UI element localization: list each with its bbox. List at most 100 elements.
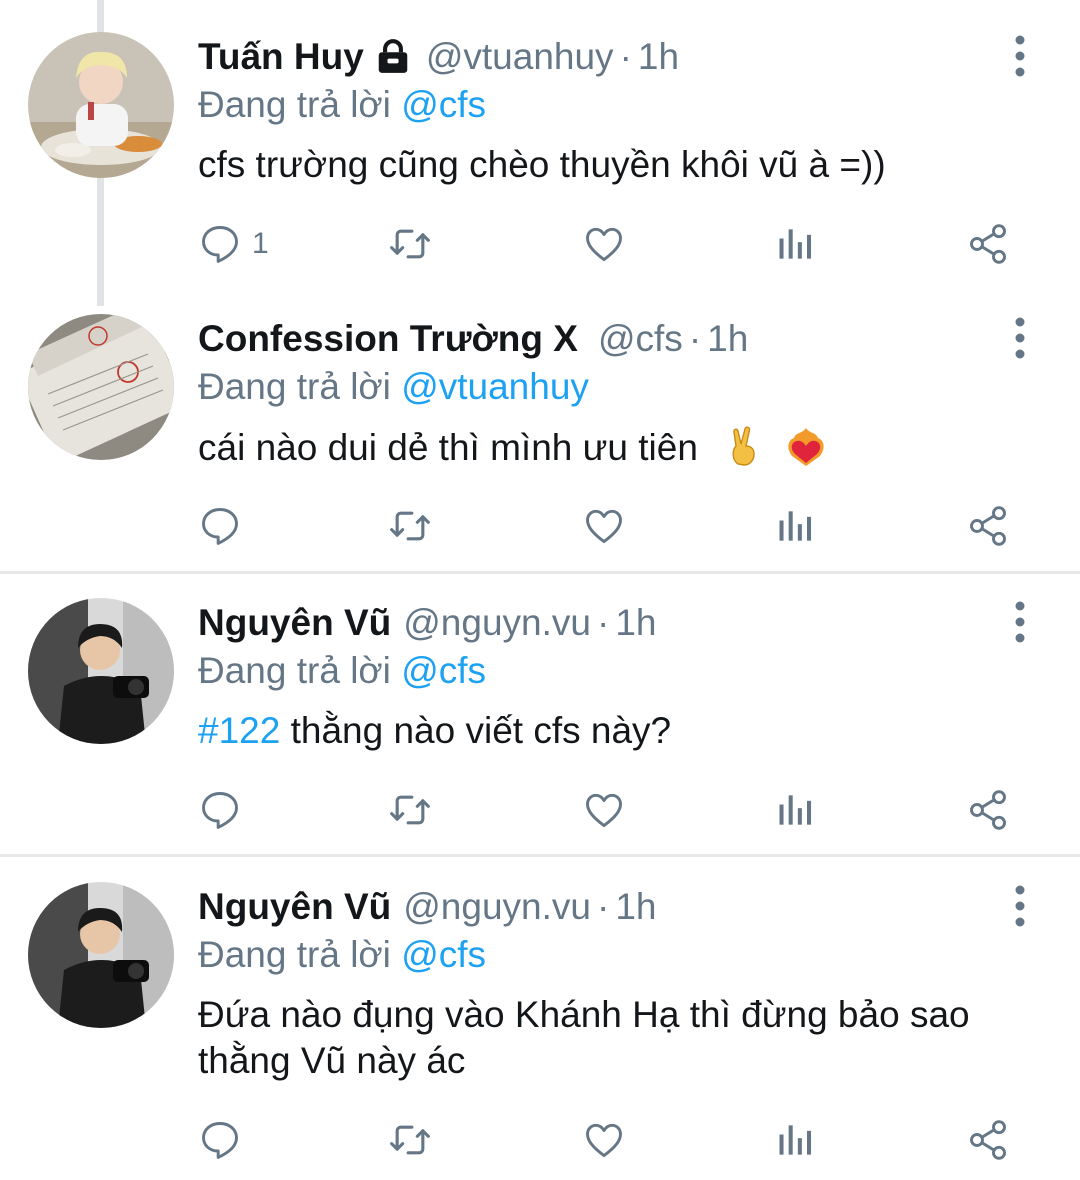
- tweet-header: Nguyên Vũ @nguyn.vu · 1h: [198, 598, 656, 648]
- tweet-text: cfs trường cũng chèo thuyền khôi vũ à =)…: [198, 144, 886, 185]
- reply-button[interactable]: [198, 496, 242, 556]
- analytics-button[interactable]: [774, 496, 818, 556]
- author-handle[interactable]: @vtuanhuy: [426, 32, 614, 82]
- analytics-icon: [779, 795, 812, 825]
- reply-icon: [202, 792, 238, 829]
- analytics-icon: [779, 229, 812, 259]
- tweet-time[interactable]: 1h: [707, 314, 748, 364]
- share-icon: [970, 506, 1006, 546]
- author-handle[interactable]: @cfs: [598, 314, 683, 364]
- lock-icon: [378, 39, 408, 73]
- action-bar: [0, 780, 1080, 840]
- like-button[interactable]: [582, 780, 626, 840]
- separator-dot: ·: [596, 602, 610, 643]
- author-name[interactable]: Nguyên Vũ: [198, 598, 391, 648]
- reply-button[interactable]: [198, 780, 242, 840]
- replying-to-label: Đang trả lời: [198, 366, 402, 407]
- author-name[interactable]: Confession Trường X: [198, 314, 578, 364]
- retweet-icon: [390, 795, 430, 825]
- tweet-divider: [0, 571, 1080, 574]
- tweet-time[interactable]: 1h: [615, 598, 656, 648]
- separator-dot: ·: [619, 36, 632, 77]
- tweet-card[interactable]: Nguyên Vũ @nguyn.vu · 1h Đang trả lời @c…: [0, 882, 1080, 1172]
- avatar[interactable]: [28, 598, 174, 744]
- more-options-icon[interactable]: [1000, 884, 1040, 928]
- action-bar: 1: [0, 214, 1080, 274]
- replying-to: Đang trả lời @vtuanhuy: [198, 362, 589, 412]
- replying-to: Đang trả lời @cfs: [198, 646, 486, 696]
- reply-button[interactable]: [198, 1110, 242, 1170]
- retweet-icon: [390, 1125, 430, 1155]
- retweet-button[interactable]: [388, 214, 432, 274]
- tweet-header: Confession Trường X @cfs · 1h: [198, 314, 748, 364]
- like-icon: [586, 509, 622, 544]
- analytics-button[interactable]: [774, 1110, 818, 1170]
- tweet-time[interactable]: 1h: [615, 882, 656, 932]
- retweet-button[interactable]: [388, 780, 432, 840]
- reply-icon: [202, 508, 238, 545]
- share-icon: [970, 790, 1006, 830]
- avatar[interactable]: [28, 32, 174, 178]
- tweet-card[interactable]: Nguyên Vũ @nguyn.vu · 1h Đang trả lời @c…: [0, 598, 1080, 848]
- analytics-button[interactable]: [774, 780, 818, 840]
- avatar[interactable]: [28, 882, 174, 1028]
- more-options-icon[interactable]: [1000, 316, 1040, 360]
- tweet-divider: [0, 854, 1080, 857]
- reply-button[interactable]: 1: [198, 214, 269, 274]
- reply-icon: [202, 1122, 238, 1159]
- tweet-header: Nguyên Vũ @nguyn.vu · 1h: [198, 882, 656, 932]
- mention-link[interactable]: @cfs: [401, 934, 486, 975]
- separator-dot: ·: [596, 886, 610, 927]
- mention-link[interactable]: @cfs: [401, 84, 486, 125]
- separator-dot: ·: [688, 318, 702, 359]
- share-icon: [970, 1120, 1006, 1160]
- author-name[interactable]: Tuấn Huy: [198, 32, 364, 82]
- more-options-icon[interactable]: [1000, 600, 1040, 644]
- share-button[interactable]: [966, 214, 1010, 274]
- tweet-text-body: thằng nào viết cfs này?: [280, 710, 672, 751]
- retweet-button[interactable]: [388, 496, 432, 556]
- heart-on-fire-emoji: [788, 428, 825, 466]
- share-button[interactable]: [966, 1110, 1010, 1170]
- share-button[interactable]: [966, 496, 1010, 556]
- action-bar: [0, 1110, 1080, 1170]
- replying-to-label: Đang trả lời: [198, 934, 402, 975]
- analytics-icon: [779, 1125, 812, 1155]
- tweet-card[interactable]: Confession Trường X @cfs · 1h Đang trả l…: [0, 314, 1080, 564]
- like-button[interactable]: [582, 214, 626, 274]
- crossed-fingers-emoji: [732, 426, 755, 466]
- author-name[interactable]: Nguyên Vũ: [198, 882, 391, 932]
- tweet-header: Tuấn Huy @vtuanhuy · 1h: [198, 32, 679, 82]
- tweet-time[interactable]: 1h: [638, 32, 679, 82]
- hashtag-link[interactable]: #122: [198, 710, 280, 751]
- like-icon: [586, 1123, 622, 1158]
- analytics-button[interactable]: [774, 214, 818, 274]
- retweet-icon: [390, 229, 430, 259]
- like-icon: [586, 793, 622, 828]
- tweet-text: #122 thằng nào viết cfs này?: [198, 708, 1038, 754]
- replying-to: Đang trả lời @cfs: [198, 930, 486, 980]
- mention-link[interactable]: @vtuanhuy: [401, 366, 589, 407]
- more-options-icon[interactable]: [1000, 34, 1040, 78]
- tweet-text: Đứa nào đụng vào Khánh Hạ thì đừng bảo s…: [198, 994, 970, 1081]
- retweet-button[interactable]: [388, 1110, 432, 1170]
- avatar[interactable]: [28, 314, 174, 460]
- tweet-text: cái nào dui dẻ thì mình ưu tiên: [198, 424, 1038, 471]
- replying-to-label: Đang trả lời: [198, 650, 402, 691]
- author-handle[interactable]: @nguyn.vu: [403, 882, 591, 932]
- reply-icon: [202, 226, 238, 263]
- mention-link[interactable]: @cfs: [401, 650, 486, 691]
- tweet-text-body: cái nào dui dẻ thì mình ưu tiên: [198, 427, 698, 468]
- author-handle[interactable]: @nguyn.vu: [403, 598, 591, 648]
- like-icon: [586, 227, 622, 262]
- action-bar: [0, 496, 1080, 556]
- share-icon: [970, 224, 1006, 264]
- tweet-card[interactable]: Tuấn Huy @vtuanhuy · 1h Đang trả lời @cf…: [0, 32, 1080, 292]
- replying-to-label: Đang trả lời: [198, 84, 402, 125]
- reply-count: 1: [252, 227, 269, 260]
- like-button[interactable]: [582, 1110, 626, 1170]
- replying-to: Đang trả lời @cfs: [198, 80, 486, 130]
- retweet-icon: [390, 511, 430, 541]
- share-button[interactable]: [966, 780, 1010, 840]
- like-button[interactable]: [582, 496, 626, 556]
